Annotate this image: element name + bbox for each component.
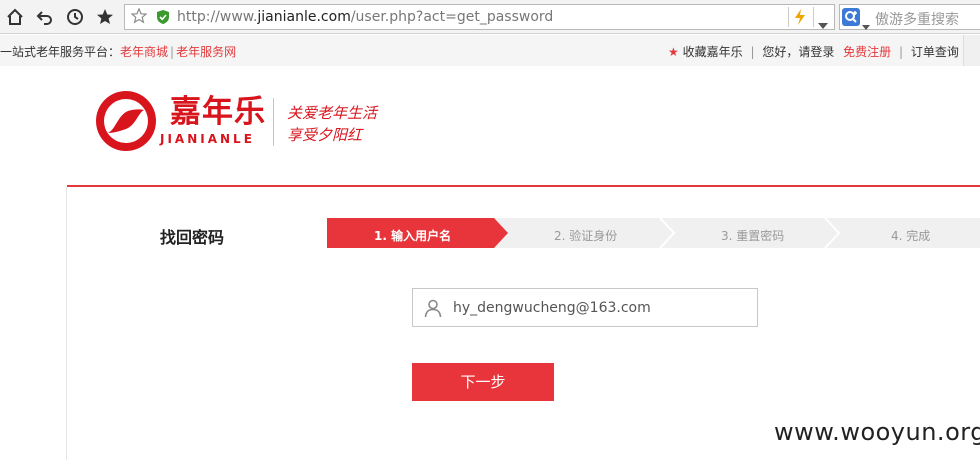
username-input[interactable] [453,296,743,320]
register-link[interactable]: 免费注册 [843,45,891,59]
home-icon[interactable] [3,5,27,29]
login-link[interactable]: 您好，请登录 [762,45,834,59]
progress-steps: 1. 输入用户名 2. 验证身份 3. 重置密码 4. 完成 [327,218,980,248]
search-placeholder[interactable]: 傲游多重搜索 [875,9,959,29]
secure-shield-icon [156,9,170,29]
address-bar[interactable]: http://www.jianianle.com/user.php?act=ge… [124,4,835,30]
step-2-label: 2. 验证身份 [554,229,618,243]
service-link[interactable]: 老年服务网 [176,45,236,59]
step-1-label: 1. 输入用户名 [374,229,452,243]
next-step-button[interactable]: 下一步 [412,363,554,401]
platform-intro: 一站式老年服务平台： [0,45,121,59]
brand-name-en: JIANIANLE [160,132,255,146]
site-topbar: 一站式老年服务平台：老年商城 | 老年服务网 ★ 收藏嘉年乐 | 您好，请登录 免费… [0,35,980,66]
content-border [66,187,67,460]
scrollbar[interactable] [963,35,980,66]
brand-divider [273,98,274,146]
username-field[interactable] [412,288,758,327]
topbar-left: 一站式老年服务平台：老年商城 | 老年服务网 [0,43,236,60]
url-prefix: http://www. [177,9,258,25]
dropdown-arrow-icon[interactable] [862,15,870,34]
search-box[interactable]: 傲游多重搜索 [839,4,980,30]
history-icon[interactable] [63,5,87,29]
page-title: 找回密码 [160,228,225,247]
search-engine-icon[interactable] [842,8,860,26]
undo-icon[interactable] [33,5,57,29]
slogan-line-2: 享受夕阳红 [287,126,363,144]
step-4-label: 4. 完成 [891,229,931,243]
orders-link[interactable]: 订单查询 [911,45,959,59]
divider: | [170,45,175,59]
browser-toolbar: http://www.jianianle.com/user.php?act=ge… [0,0,980,34]
url-text[interactable]: http://www.jianianle.com/user.php?act=ge… [177,9,553,25]
lightning-icon[interactable] [793,8,807,30]
dropdown-arrow-icon[interactable] [818,14,828,33]
favorite-star-icon: ★ [668,45,679,59]
watermark: www.wooyun.org [774,418,980,446]
slogan-line-1: 关爱老年生活 [287,104,378,122]
mall-link[interactable]: 老年商城 [120,45,168,59]
user-icon [423,298,443,322]
url-path: /user.php?act=get_password [350,9,554,25]
divider: | [899,45,904,59]
url-domain: jianianle.com [257,9,351,25]
address-divider [813,7,814,27]
brand-logo-icon[interactable] [94,89,158,153]
brand-name-zh: 嘉年乐 [170,94,266,130]
favorites-star-icon[interactable] [93,5,117,29]
divider: | [750,45,755,59]
topbar-right: ★ 收藏嘉年乐 | 您好，请登录 免费注册 | 订单查询 | 我 [668,43,980,60]
step-3-label: 3. 重置密码 [721,229,785,243]
address-divider [788,7,789,27]
bookmark-star-icon[interactable] [130,7,148,28]
header-divider [67,185,980,187]
favorite-link[interactable]: 收藏嘉年乐 [683,45,743,59]
